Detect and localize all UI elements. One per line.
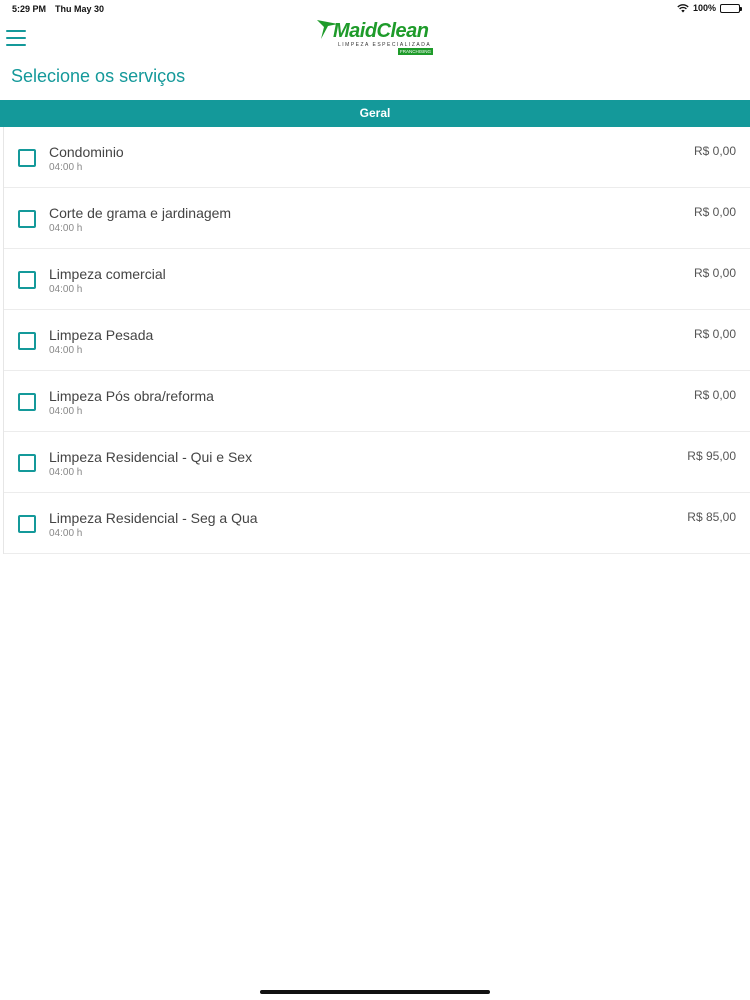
status-time: 5:29 PM bbox=[12, 4, 47, 14]
service-row[interactable]: Limpeza Residencial - Qui e Sex 04:00 h R$… bbox=[4, 432, 750, 493]
service-row[interactable]: Limpeza Pesada 04:00 h R$ 0,00 bbox=[4, 310, 750, 371]
service-duration: 04:00 h bbox=[49, 528, 83, 539]
service-name: Limpeza Residencial - Qui e Sex bbox=[49, 449, 253, 465]
service-duration: 04:00 h bbox=[49, 223, 83, 234]
service-name: Limpeza Pesada bbox=[49, 327, 154, 343]
service-price: R$ 0,00 bbox=[693, 266, 736, 280]
service-duration: 04:00 h bbox=[49, 406, 83, 417]
service-price: R$ 0,00 bbox=[693, 388, 736, 402]
service-row[interactable]: Limpeza Pós obra/reforma 04:00 h R$ 0,00 bbox=[4, 371, 750, 432]
hamburger-menu-icon[interactable] bbox=[6, 30, 26, 48]
service-price: R$ 0,00 bbox=[693, 327, 736, 341]
service-name: Corte de grama e jardinagem bbox=[49, 205, 232, 221]
service-price: R$ 85,00 bbox=[687, 510, 736, 524]
service-duration: 04:00 h bbox=[49, 162, 83, 173]
service-checkbox[interactable] bbox=[18, 515, 36, 533]
service-checkbox[interactable] bbox=[18, 210, 36, 228]
battery-percent: 100% bbox=[692, 3, 716, 13]
service-duration: 04:00 h bbox=[49, 345, 83, 356]
status-bar: 5:29 PM Thu May 30 100% bbox=[0, 0, 750, 18]
service-name: Limpeza Pós obra/reforma bbox=[49, 388, 214, 404]
service-duration: 04:00 h bbox=[49, 284, 83, 295]
service-checkbox[interactable] bbox=[18, 454, 36, 472]
service-name: Limpeza comercial bbox=[49, 266, 166, 282]
service-price: R$ 95,00 bbox=[687, 449, 736, 463]
service-price: R$ 0,00 bbox=[693, 205, 736, 219]
battery-icon bbox=[720, 3, 742, 13]
service-price: R$ 0,00 bbox=[693, 144, 736, 158]
service-row[interactable]: Condominio 04:00 h R$ 0,00 bbox=[4, 127, 750, 188]
menu-line bbox=[6, 44, 26, 46]
service-duration: 04:00 h bbox=[49, 467, 83, 478]
service-name: Condominio bbox=[49, 144, 124, 160]
service-name: Limpeza Residencial - Seg a Qua bbox=[49, 510, 258, 526]
status-date: Thu May 30 bbox=[55, 4, 105, 14]
wifi-icon bbox=[677, 3, 689, 12]
menu-line bbox=[6, 37, 26, 39]
service-row[interactable]: Corte de grama e jardinagem 04:00 h R$ 0,0… bbox=[4, 188, 750, 249]
page-title: Selecione os serviços bbox=[11, 66, 186, 86]
service-checkbox[interactable] bbox=[18, 332, 36, 350]
service-row[interactable]: Limpeza comercial 04:00 h R$ 0,00 bbox=[4, 249, 750, 310]
maidclean-logo: MaidClean LIMPEZA ESPECIALIZADA FRANCHIS… bbox=[316, 17, 436, 57]
service-checkbox[interactable] bbox=[18, 271, 36, 289]
service-row[interactable]: Limpeza Residencial - Seg a Qua 04:00 h R$… bbox=[4, 493, 750, 554]
home-indicator[interactable] bbox=[260, 990, 490, 994]
service-list: Condominio 04:00 h R$ 0,00 Corte de grama e… bbox=[3, 127, 750, 554]
service-checkbox[interactable] bbox=[18, 393, 36, 411]
service-checkbox[interactable] bbox=[18, 149, 36, 167]
section-header-geral: Geral bbox=[0, 100, 750, 127]
menu-line bbox=[6, 30, 26, 32]
logo-name: MaidClean bbox=[333, 20, 429, 42]
logo-badge: FRANCHISING bbox=[398, 48, 434, 55]
status-indicators: 100% bbox=[677, 3, 742, 13]
